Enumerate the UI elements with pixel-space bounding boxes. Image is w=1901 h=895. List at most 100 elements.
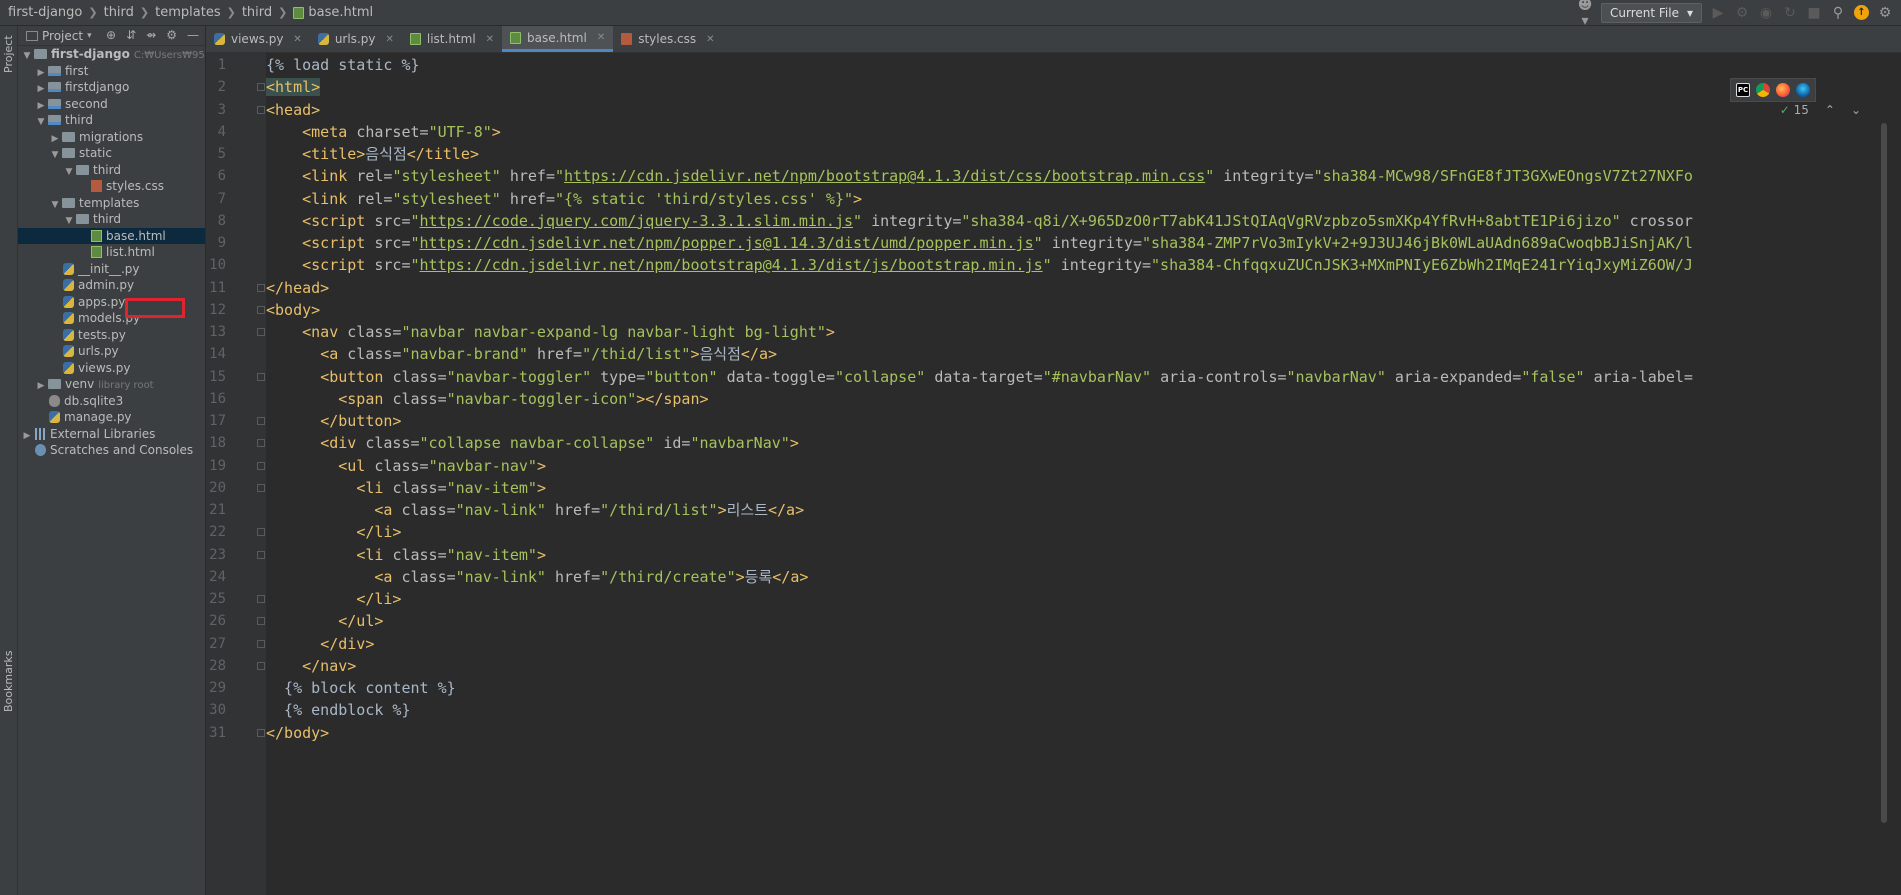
code-line[interactable]: <nav class="navbar navbar-expand-lg navb…	[266, 321, 835, 343]
project-tool-tab[interactable]: Project	[0, 30, 17, 78]
pycharm-icon[interactable]: PC	[1736, 83, 1750, 97]
tree-item[interactable]: ▶ firstdjango	[18, 79, 205, 95]
breadcrumb-item[interactable]: base.html	[293, 5, 373, 20]
close-icon[interactable]: ✕	[385, 34, 393, 45]
tree-item[interactable]: styles.css	[18, 178, 205, 194]
stop-icon[interactable]: ■	[1806, 5, 1822, 21]
tree-item[interactable]: ▼ third	[18, 112, 205, 128]
settings-icon[interactable]: ⚙	[1877, 5, 1893, 21]
close-icon[interactable]: ✕	[706, 34, 714, 45]
code-line[interactable]: </li>	[266, 521, 401, 543]
close-icon[interactable]: ✕	[597, 32, 605, 43]
code-editor[interactable]: ✓ 15 ⌃ ⌄ {% load static %} <html> <head> <…	[266, 53, 1891, 895]
firefox-icon[interactable]	[1776, 83, 1790, 97]
code-line[interactable]: <link rel="stylesheet" href="https://cdn…	[266, 165, 1693, 187]
chrome-icon[interactable]	[1756, 83, 1770, 97]
code-line[interactable]: {% endblock %}	[266, 699, 410, 721]
code-line[interactable]: </div>	[266, 633, 374, 655]
tab-urls-py[interactable]: urls.py ✕	[310, 26, 402, 52]
code-line[interactable]: <html>	[266, 76, 321, 98]
code-line[interactable]: </li>	[266, 588, 401, 610]
gear-icon[interactable]: ⚙	[166, 28, 177, 42]
fold-marker-icon[interactable]	[257, 461, 265, 470]
tree-item[interactable]: Scratches and Consoles	[18, 442, 205, 458]
run-config-select[interactable]: Current File ▾	[1601, 2, 1702, 23]
breadcrumb-item[interactable]: templates	[155, 5, 220, 20]
breadcrumb-item[interactable]: first-django	[8, 5, 82, 20]
fold-marker-icon[interactable]	[257, 105, 265, 114]
code-line[interactable]: <script src="https://code.jquery.com/jqu…	[266, 210, 1693, 232]
code-line[interactable]: {% block content %}	[266, 677, 456, 699]
tree-item[interactable]: ▼ templates	[18, 195, 205, 211]
fold-marker-icon[interactable]	[257, 661, 265, 670]
tab-styles-css[interactable]: styles.css ✕	[613, 26, 722, 52]
code-line[interactable]: <li class="nav-item">	[266, 544, 546, 566]
chevron-down-icon[interactable]: ▾	[87, 31, 92, 41]
fold-marker-icon[interactable]	[257, 372, 265, 381]
search-icon[interactable]: ⚲	[1830, 5, 1846, 21]
tree-item[interactable]: views.py	[18, 360, 205, 376]
minimize-icon[interactable]: —	[187, 28, 199, 42]
fold-marker-icon[interactable]	[257, 439, 265, 448]
fold-marker-icon[interactable]	[257, 305, 265, 314]
tree-item[interactable]: urls.py	[18, 343, 205, 359]
breadcrumb-item[interactable]: third	[104, 5, 134, 20]
code-line[interactable]: </nav>	[266, 655, 356, 677]
fold-marker-icon[interactable]	[257, 639, 265, 648]
chevron-down-icon[interactable]: ⌄	[1851, 103, 1861, 117]
run-icon[interactable]: ▶	[1710, 5, 1726, 21]
tree-item[interactable]: ▼ third	[18, 211, 205, 227]
editor-scrollbar[interactable]	[1881, 123, 1887, 823]
code-line[interactable]: {% load static %}	[266, 54, 420, 76]
code-line[interactable]: <a class="nav-link" href="/third/create"…	[266, 566, 808, 588]
tree-item[interactable]: ▼ static	[18, 145, 205, 161]
close-icon[interactable]: ✕	[486, 34, 494, 45]
code-line[interactable]: <span class="navbar-toggler-icon"></span…	[266, 388, 708, 410]
tree-item[interactable]: __init__.py	[18, 261, 205, 277]
code-line[interactable]: <link rel="stylesheet" href="{% static '…	[266, 188, 862, 210]
close-icon[interactable]: ✕	[293, 34, 301, 45]
code-line[interactable]: <a class="navbar-brand" href="/thid/list…	[266, 343, 777, 365]
tree-item[interactable]: ▶ second	[18, 96, 205, 112]
code-line[interactable]: <head>	[266, 99, 320, 121]
tree-item[interactable]: ▶ first	[18, 63, 205, 79]
tree-item[interactable]: ▼ third	[18, 162, 205, 178]
coverage-icon[interactable]: ◉	[1758, 5, 1774, 21]
code-line[interactable]: </head>	[266, 277, 329, 299]
tree-item[interactable]: list.html	[18, 244, 205, 260]
code-line[interactable]: <div class="collapse navbar-collapse" id…	[266, 432, 799, 454]
fold-marker-icon[interactable]	[257, 83, 265, 92]
code-line[interactable]: <script src="https://cdn.jsdelivr.net/np…	[266, 232, 1693, 254]
code-line[interactable]: </ul>	[266, 610, 383, 632]
fold-marker-icon[interactable]	[257, 617, 265, 626]
inspection-widget[interactable]: ✓ 15 ⌃ ⌄	[1780, 103, 1861, 117]
fold-marker-icon[interactable]	[257, 728, 265, 737]
fold-marker-icon[interactable]	[257, 283, 265, 292]
code-line[interactable]: </body>	[266, 722, 329, 744]
expand-all-icon[interactable]: ⇵	[126, 28, 136, 42]
fold-marker-icon[interactable]	[257, 328, 265, 336]
fold-marker-icon[interactable]	[257, 483, 265, 492]
update-icon[interactable]: ↑	[1854, 5, 1869, 20]
tree-item[interactable]: ▶ External Libraries	[18, 426, 205, 442]
bookmarks-tool-tab[interactable]: Bookmarks	[0, 646, 17, 716]
tree-item[interactable]: admin.py	[18, 277, 205, 293]
code-line[interactable]: <li class="nav-item">	[266, 477, 546, 499]
fold-marker-icon[interactable]	[257, 528, 265, 537]
code-line[interactable]: </button>	[266, 410, 401, 432]
edge-icon[interactable]	[1796, 83, 1810, 97]
code-line[interactable]: <ul class="navbar-nav">	[266, 455, 546, 477]
profile-icon[interactable]: ↻	[1782, 5, 1798, 21]
user-icon[interactable]: ☻▾	[1577, 0, 1593, 29]
code-line[interactable]: <a class="nav-link" href="/third/list">리…	[266, 499, 804, 521]
locate-icon[interactable]: ⊕	[106, 28, 116, 42]
breadcrumb-item[interactable]: third	[242, 5, 272, 20]
fold-marker-icon[interactable]	[257, 550, 265, 559]
code-line[interactable]: <script src="https://cdn.jsdelivr.net/np…	[266, 254, 1693, 276]
code-line[interactable]: <meta charset="UTF-8">	[266, 121, 501, 143]
fold-marker-icon[interactable]	[257, 595, 265, 603]
fold-marker-icon[interactable]	[257, 417, 265, 425]
tree-item[interactable]: ▶ venv library root	[18, 376, 205, 392]
code-line[interactable]: <button class="navbar-toggler" type="but…	[266, 366, 1693, 388]
code-line[interactable]: <title>음식점</title>	[266, 143, 479, 165]
